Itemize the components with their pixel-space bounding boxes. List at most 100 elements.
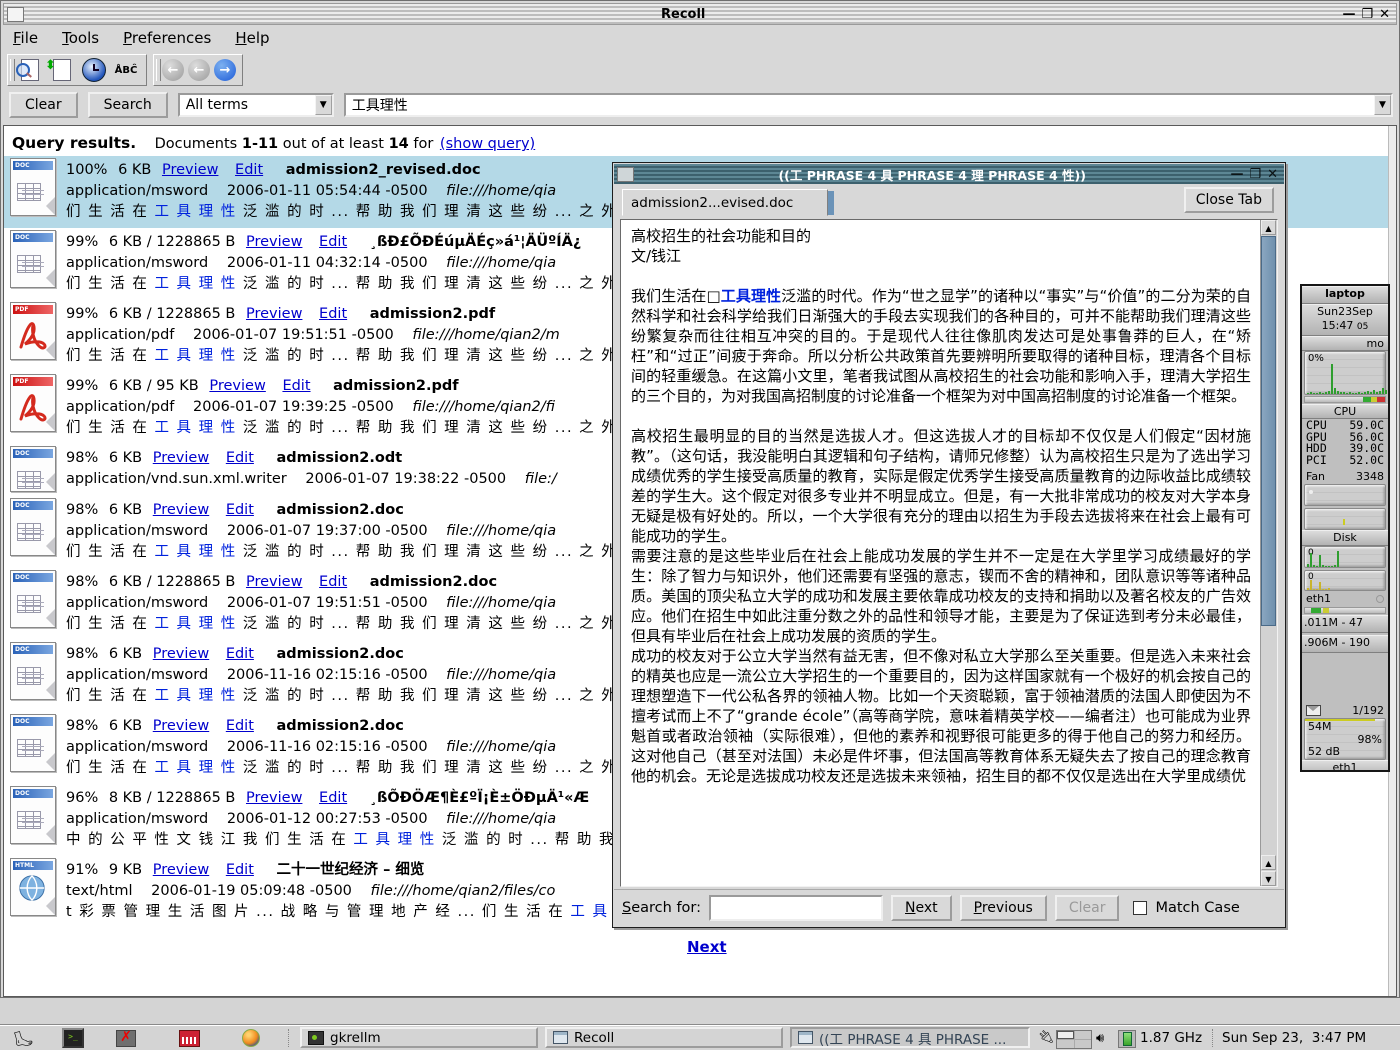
- clear-button[interactable]: Clear: [9, 92, 78, 118]
- file-url: file:///home/qia: [446, 595, 556, 611]
- gkrellm-window[interactable]: laptop Sun23Sep 15:47 05 mo 0% CPU CPU59…: [1300, 284, 1390, 772]
- editor-launcher-icon[interactable]: [178, 1028, 200, 1048]
- preview-link[interactable]: Preview: [246, 234, 302, 250]
- power-plug-icon[interactable]: 🔌︎: [1038, 1030, 1055, 1045]
- menu-file[interactable]: File: [13, 29, 38, 47]
- lock-screen-icon[interactable]: ✗: [115, 1028, 137, 1048]
- gkrellm-clock: Sun23Sep 15:47 05: [1302, 304, 1388, 336]
- terminal-launcher-icon[interactable]: >_: [62, 1028, 84, 1048]
- find-clear-button[interactable]: Clear: [1055, 895, 1120, 921]
- edit-link[interactable]: Edit: [282, 378, 310, 394]
- disk-chart-1[interactable]: 0: [1304, 546, 1386, 568]
- scroll-up2-icon[interactable]: ▲: [1261, 855, 1276, 870]
- close-icon[interactable]: ✕: [1379, 8, 1390, 21]
- preview-search-input[interactable]: [709, 895, 883, 921]
- preview-minimize-icon[interactable]: —: [1230, 168, 1243, 181]
- preview-link[interactable]: Preview: [162, 162, 218, 178]
- preview-link[interactable]: Preview: [246, 574, 302, 590]
- preview-titlebar[interactable]: ((工 PHRASE 4 具 PHRASE 4 理 PHRASE 4 性)) —…: [614, 164, 1284, 184]
- preview-link[interactable]: Preview: [153, 718, 209, 734]
- file-type-icon: DOC: [10, 640, 66, 712]
- sort-params-icon[interactable]: ⬍: [48, 57, 76, 83]
- meter-panel[interactable]: 54M 98% 52 dB: [1304, 718, 1386, 760]
- gnome-menu-icon[interactable]: 🦶︎: [12, 1028, 34, 1048]
- advanced-search-icon[interactable]: [16, 57, 44, 83]
- find-previous-button[interactable]: Previous: [960, 895, 1047, 921]
- show-query-link[interactable]: (show query): [440, 136, 535, 152]
- query-history-chevron-icon[interactable]: ▼: [1374, 95, 1391, 115]
- menu-tools[interactable]: Tools: [62, 29, 99, 47]
- preview-link[interactable]: Preview: [153, 450, 209, 466]
- preview-maximize-icon[interactable]: ❒: [1249, 168, 1261, 181]
- preview-window-menu-icon[interactable]: [617, 167, 634, 182]
- edit-link[interactable]: Edit: [319, 234, 347, 250]
- file-type-icon: DOC: [10, 444, 66, 496]
- edit-link[interactable]: Edit: [226, 450, 254, 466]
- workspace-switcher[interactable]: [1056, 1030, 1092, 1049]
- edit-link[interactable]: Edit: [226, 718, 254, 734]
- preview-scrollbar[interactable]: ▲ ▲ ▼: [1260, 220, 1277, 886]
- edit-link[interactable]: Edit: [319, 306, 347, 322]
- nav-back-icon[interactable]: ←: [188, 59, 210, 81]
- minimize-icon[interactable]: —: [1342, 8, 1355, 21]
- search-mode-select[interactable]: All terms ▼: [178, 93, 334, 117]
- preview-link[interactable]: Preview: [153, 862, 209, 878]
- task-gkrellm[interactable]: gkrellm: [300, 1027, 538, 1048]
- query-input[interactable]: 工具理性 ▼: [344, 93, 1393, 117]
- file-url: file:/: [525, 471, 557, 487]
- file-url: file:///home/qia: [446, 255, 556, 271]
- preview-link[interactable]: Preview: [246, 790, 302, 806]
- edit-link[interactable]: Edit: [319, 790, 347, 806]
- scrollbar-thumb[interactable]: [1261, 236, 1276, 626]
- edit-link[interactable]: Edit: [226, 502, 254, 518]
- window-menu-icon[interactable]: [7, 7, 24, 22]
- recoll-titlebar[interactable]: Recoll — ❒ ✕: [3, 3, 1397, 25]
- mail-icon: [1306, 705, 1321, 716]
- maximize-icon[interactable]: ❒: [1361, 8, 1373, 21]
- volume-icon[interactable]: 🔊︎: [1096, 1031, 1104, 1046]
- scroll-down-icon[interactable]: ▼: [1261, 871, 1276, 886]
- cpu-chart[interactable]: 0%: [1304, 351, 1386, 395]
- preview-body: 高校招生的社会功能和目的 文/钱江 我们生活在□工具理性泛滥的时代。作为“世之显…: [620, 219, 1278, 887]
- relevance-percent: 98%: [66, 574, 98, 590]
- edit-link[interactable]: Edit: [226, 646, 254, 662]
- eth-bottom-label: eth1: [1302, 760, 1388, 772]
- match-case-checkbox[interactable]: [1133, 901, 1147, 915]
- tab-indicator: [828, 191, 834, 215]
- nav-forward-icon[interactable]: →: [214, 59, 236, 81]
- edit-link[interactable]: Edit: [235, 162, 263, 178]
- chevron-down-icon[interactable]: ▼: [315, 95, 332, 115]
- preview-close-icon[interactable]: ✕: [1267, 168, 1278, 181]
- task-preview[interactable]: ((工 PHRASE 4 具 PHRASE ...: [790, 1027, 1030, 1048]
- scroll-up-icon[interactable]: ▲: [1261, 220, 1276, 235]
- disk-chart-2[interactable]: 0: [1304, 570, 1386, 591]
- menu-help[interactable]: Help: [235, 29, 269, 47]
- edit-link[interactable]: Edit: [226, 862, 254, 878]
- net-line-1: .011M - 47: [1302, 615, 1388, 633]
- taskbar-clock[interactable]: Sun Sep 23, 3:47 PM: [1222, 1030, 1366, 1046]
- task-recoll[interactable]: Recoll: [545, 1027, 783, 1048]
- search-button[interactable]: Search: [88, 92, 168, 118]
- edit-link[interactable]: Edit: [319, 574, 347, 590]
- docs-word: Documents: [155, 136, 238, 152]
- gkrellm-hostname[interactable]: laptop: [1302, 286, 1388, 304]
- preview-link[interactable]: Preview: [153, 646, 209, 662]
- term-explorer-icon[interactable]: ÅBĈ: [112, 57, 140, 83]
- preview-link[interactable]: Preview: [153, 502, 209, 518]
- find-next-button[interactable]: Next: [891, 895, 952, 921]
- close-tab-button[interactable]: Close Tab: [1184, 187, 1274, 213]
- preview-tab[interactable]: admission2...evised.doc: [622, 189, 828, 216]
- query-text: 工具理性: [352, 95, 408, 115]
- clock-separator: [1212, 1029, 1217, 1047]
- menu-preferences[interactable]: Preferences: [123, 29, 211, 47]
- preview-link[interactable]: Preview: [209, 378, 265, 394]
- nav-first-icon[interactable]: ←: [162, 59, 184, 81]
- file-date: 2006-01-19 05:09:48 -0500: [151, 883, 352, 899]
- preview-link[interactable]: Preview: [246, 306, 302, 322]
- history-clock-icon[interactable]: [80, 57, 108, 83]
- firefox-launcher-icon[interactable]: [240, 1028, 262, 1048]
- file-size: 6 KB: [109, 450, 142, 466]
- mail-row[interactable]: 1/192: [1302, 703, 1388, 718]
- cpufreq-icon[interactable]: [1118, 1030, 1136, 1048]
- next-page-link[interactable]: Next: [687, 938, 727, 956]
